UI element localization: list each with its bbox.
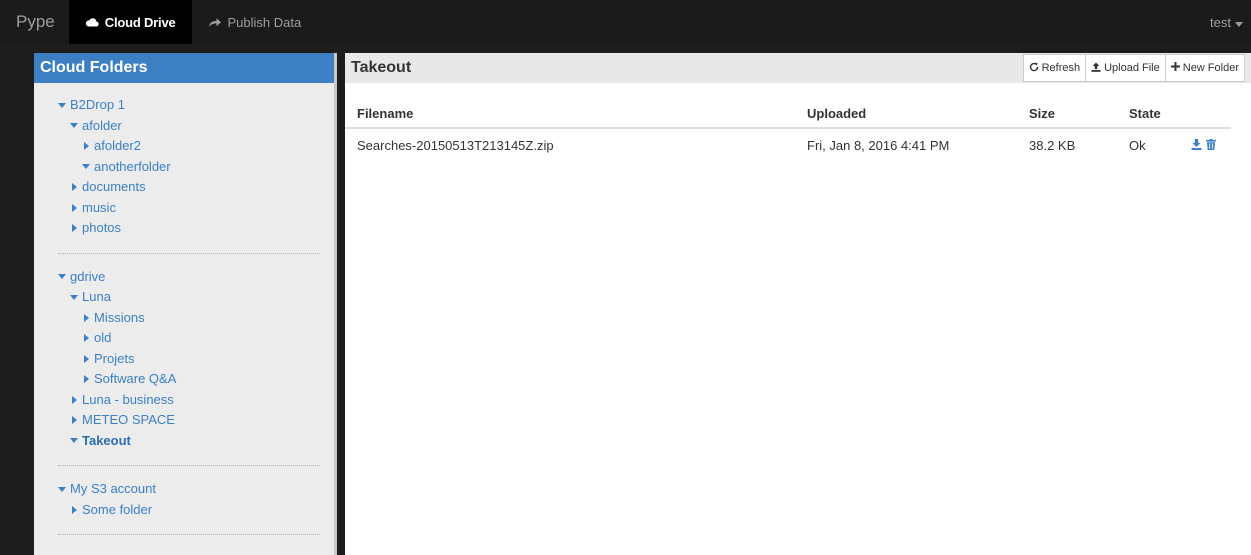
caret-right-icon[interactable] — [82, 313, 90, 322]
column-filename[interactable]: Filename — [345, 106, 807, 121]
folder-label: METEO SPACE — [82, 412, 175, 427]
table-row[interactable]: Searches-20150513T213145Z.zip Fri, Jan 8… — [345, 129, 1231, 161]
top-navbar: Pype Cloud Drive Publish Data test — [0, 0, 1251, 44]
caret-right-icon[interactable] — [70, 224, 78, 233]
folder-label: My S3 account — [70, 481, 156, 496]
column-state[interactable]: State — [1129, 106, 1191, 121]
folder-node[interactable]: Luna — [58, 287, 320, 308]
folder-label: Missions — [94, 309, 145, 325]
nav-cloud-drive[interactable]: Cloud Drive — [68, 0, 192, 44]
refresh-icon — [1029, 62, 1039, 75]
file-actions — [1191, 138, 1231, 153]
folder-label: anotherfolder — [94, 158, 171, 174]
tree-group: gdrive Luna Missions old Projets Software Q&A… — [58, 267, 320, 466]
folder-node[interactable]: documents — [58, 177, 320, 198]
folder-label: Projets — [94, 350, 135, 366]
user-name: test — [1210, 14, 1231, 30]
caret-right-icon[interactable] — [82, 354, 90, 363]
folder-node[interactable]: My S3 account — [58, 479, 320, 500]
folder-label: photos — [82, 220, 122, 235]
sidebar: Cloud Folders B2Drop 1 afolder afolder2 ano… — [34, 53, 337, 555]
file-size: 38.2 KB — [1029, 137, 1076, 153]
folder-label: Luna - business — [82, 391, 174, 407]
folder-label: afolder — [82, 117, 122, 133]
column-size[interactable]: Size — [1029, 106, 1129, 121]
upload-icon — [1091, 62, 1101, 75]
trash-icon[interactable] — [1206, 138, 1216, 153]
main-header: Takeout Refresh Upload File New Folder — [345, 53, 1251, 83]
folder-label: Takeout — [82, 432, 131, 448]
folder-node[interactable]: Takeout — [58, 431, 320, 452]
user-menu[interactable]: test — [1210, 0, 1243, 44]
folder-node[interactable]: Luna - business — [58, 390, 320, 411]
folder-label: old — [94, 330, 112, 345]
tree-group: My S3 account Some folder — [58, 479, 320, 535]
caret-down-icon[interactable] — [58, 274, 66, 280]
caret-right-icon[interactable] — [82, 334, 90, 343]
new-folder-label: New Folder — [1182, 62, 1239, 74]
new-folder-button[interactable]: New Folder — [1164, 54, 1245, 82]
caret-down-icon[interactable] — [70, 294, 78, 300]
nav-publish-data-label: Publish Data — [227, 14, 302, 30]
folder-node[interactable]: photos — [58, 218, 320, 239]
folder-node[interactable]: METEO SPACE — [58, 410, 320, 431]
folder-node[interactable]: anotherfolder — [58, 157, 320, 178]
folder-node[interactable]: Some folder — [58, 500, 320, 521]
file-name: Searches-20150513T213145Z.zip — [357, 137, 554, 153]
caret-down-icon[interactable] — [70, 438, 78, 444]
toolbar-buttons: Refresh Upload File New Folder — [1022, 54, 1245, 82]
caret-right-icon[interactable] — [82, 142, 90, 151]
folder-node[interactable]: Software Q&A — [58, 369, 320, 390]
folder-node[interactable]: music — [58, 198, 320, 219]
caret-down-icon — [1235, 15, 1243, 30]
caret-right-icon[interactable] — [82, 375, 90, 384]
folder-label: afolder2 — [94, 138, 141, 153]
file-table: Filename Uploaded Size State Searches-20… — [345, 99, 1231, 161]
cloud-icon — [85, 17, 99, 27]
table-header: Filename Uploaded Size State — [345, 99, 1231, 129]
main-panel: Takeout Refresh Upload File New Folder F… — [345, 53, 1251, 555]
share-arrow-icon — [208, 17, 222, 28]
tree-group: B2Drop 1 afolder afolder2 anotherfolder docu… — [58, 95, 320, 254]
upload-file-button[interactable]: Upload File — [1085, 54, 1166, 82]
folder-label: B2Drop 1 — [70, 97, 125, 112]
folder-label: Some folder — [82, 501, 153, 517]
caret-down-icon[interactable] — [58, 102, 66, 108]
folder-node[interactable]: old — [58, 328, 320, 349]
folder-node[interactable]: afolder2 — [58, 136, 320, 157]
folder-node[interactable]: afolder — [58, 116, 320, 137]
folder-node[interactable]: Missions — [58, 308, 320, 329]
nav-cloud-drive-label: Cloud Drive — [104, 14, 176, 30]
folder-label: Luna — [82, 289, 111, 304]
plus-icon — [1170, 62, 1180, 74]
caret-right-icon[interactable] — [70, 183, 78, 192]
refresh-label: Refresh — [1041, 62, 1081, 74]
caret-right-icon[interactable] — [70, 203, 78, 212]
caret-down-icon[interactable] — [58, 486, 66, 492]
folder-node[interactable]: Projets — [58, 349, 320, 370]
column-uploaded[interactable]: Uploaded — [807, 106, 1029, 121]
current-folder-title: Takeout — [351, 59, 412, 76]
caret-down-icon[interactable] — [70, 123, 78, 129]
folder-label: music — [82, 199, 116, 215]
caret-right-icon[interactable] — [70, 416, 78, 425]
file-state: Ok — [1129, 137, 1146, 153]
folder-node[interactable]: gdrive — [58, 267, 320, 288]
folder-label: Software Q&A — [94, 371, 177, 386]
folder-label: gdrive — [70, 268, 106, 284]
folder-tree: B2Drop 1 afolder afolder2 anotherfolder docu… — [34, 83, 334, 535]
sidebar-title: Cloud Folders — [34, 53, 334, 83]
refresh-button[interactable]: Refresh — [1022, 54, 1087, 82]
upload-label: Upload File — [1104, 62, 1160, 74]
caret-right-icon[interactable] — [70, 395, 78, 404]
file-uploaded: Fri, Jan 8, 2016 4:41 PM — [807, 137, 950, 153]
brand-logo[interactable]: Pype — [0, 0, 69, 44]
folder-label: documents — [82, 179, 146, 194]
nav-publish-data[interactable]: Publish Data — [192, 0, 318, 44]
caret-right-icon[interactable] — [70, 505, 78, 514]
download-icon[interactable] — [1191, 138, 1202, 153]
folder-node[interactable]: B2Drop 1 — [58, 95, 320, 116]
caret-down-icon[interactable] — [82, 164, 90, 170]
